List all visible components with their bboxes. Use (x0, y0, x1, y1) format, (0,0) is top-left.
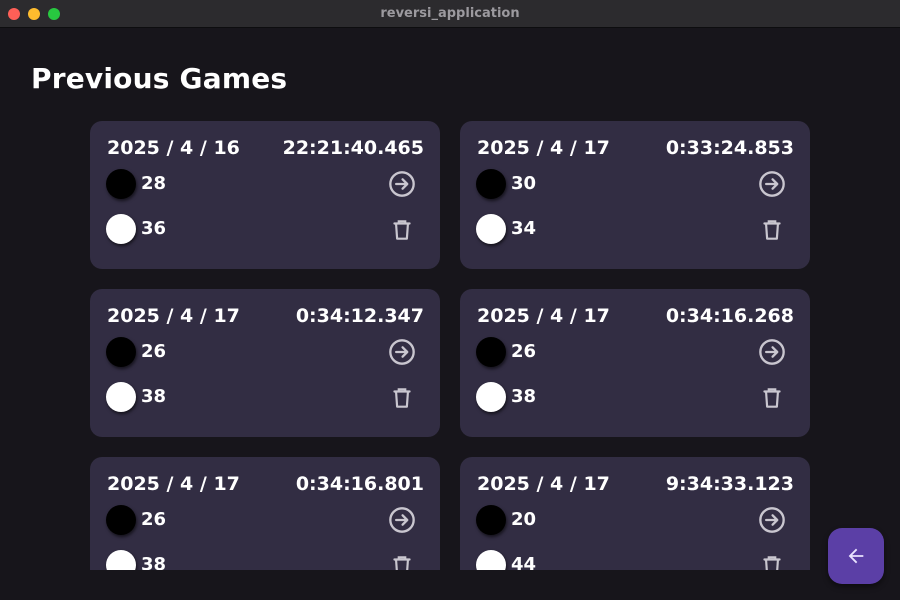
white-disc-icon (476, 214, 506, 244)
game-time: 0:34:16.801 (295, 473, 424, 495)
delete-game-button[interactable] (388, 552, 416, 570)
white-disc-icon (476, 382, 506, 412)
open-game-button[interactable] (388, 338, 416, 366)
arrow-circle-right-icon (758, 170, 786, 198)
game-date: 2025 / 4 / 17 (107, 305, 240, 327)
black-disc-icon (476, 337, 506, 367)
open-game-button[interactable] (758, 338, 786, 366)
arrow-circle-right-icon (388, 170, 416, 198)
white-disc-icon (106, 214, 136, 244)
black-disc-icon (106, 169, 136, 199)
game-card: 2025 / 4 / 17 9:34:33.123 20 44 (460, 457, 810, 570)
black-disc-icon (106, 337, 136, 367)
trash-icon (389, 552, 415, 570)
app-window: reversi_application Previous Games 2025 … (0, 0, 900, 600)
black-score: 26 (141, 509, 167, 530)
black-score: 30 (511, 173, 537, 194)
delete-game-button[interactable] (388, 216, 416, 244)
open-game-button[interactable] (758, 170, 786, 198)
white-score: 34 (511, 218, 537, 239)
black-score: 26 (511, 341, 537, 362)
games-list[interactable]: 2025 / 4 / 16 22:21:40.465 28 36 2025 / 4 / … (0, 104, 900, 570)
trash-icon (759, 552, 785, 570)
trash-icon (389, 384, 415, 412)
black-score: 20 (511, 509, 537, 530)
open-game-button[interactable] (758, 506, 786, 534)
game-date: 2025 / 4 / 17 (107, 473, 240, 495)
arrow-circle-right-icon (388, 506, 416, 534)
game-card: 2025 / 4 / 16 22:21:40.465 28 36 (90, 121, 440, 269)
title-bar: reversi_application (0, 0, 900, 28)
delete-game-button[interactable] (758, 216, 786, 244)
delete-game-button[interactable] (758, 552, 786, 570)
game-card: 2025 / 4 / 17 0:34:12.347 26 38 (90, 289, 440, 437)
black-score: 26 (141, 341, 167, 362)
white-score: 38 (141, 554, 167, 570)
back-button[interactable] (828, 528, 884, 584)
window-title: reversi_application (380, 6, 520, 21)
arrow-circle-right-icon (758, 506, 786, 534)
white-score: 36 (141, 218, 167, 239)
arrow-circle-right-icon (758, 338, 786, 366)
game-time: 0:34:12.347 (295, 305, 424, 327)
game-date: 2025 / 4 / 16 (107, 137, 240, 159)
bottom-bar (0, 570, 900, 600)
arrow-circle-right-icon (388, 338, 416, 366)
game-date: 2025 / 4 / 17 (477, 473, 610, 495)
white-score: 38 (511, 386, 537, 407)
white-disc-icon (476, 550, 506, 570)
game-card: 2025 / 4 / 17 0:34:16.801 26 38 (90, 457, 440, 570)
trash-icon (389, 216, 415, 244)
black-disc-icon (476, 169, 506, 199)
black-disc-icon (106, 505, 136, 535)
game-date: 2025 / 4 / 17 (477, 137, 610, 159)
page-title: Previous Games (31, 62, 288, 95)
white-disc-icon (106, 382, 136, 412)
game-card: 2025 / 4 / 17 0:33:24.853 30 34 (460, 121, 810, 269)
game-time: 0:33:24.853 (665, 137, 794, 159)
trash-icon (759, 216, 785, 244)
arrow-left-icon (848, 548, 864, 564)
delete-game-button[interactable] (758, 384, 786, 412)
game-time: 0:34:16.268 (665, 305, 794, 327)
black-disc-icon (476, 505, 506, 535)
trash-icon (759, 384, 785, 412)
white-disc-icon (106, 550, 136, 570)
game-time: 9:34:33.123 (665, 473, 794, 495)
white-score: 38 (141, 386, 167, 407)
black-score: 28 (141, 173, 167, 194)
open-game-button[interactable] (388, 506, 416, 534)
delete-game-button[interactable] (388, 384, 416, 412)
game-date: 2025 / 4 / 17 (477, 305, 610, 327)
white-score: 44 (511, 554, 537, 570)
game-card: 2025 / 4 / 17 0:34:16.268 26 38 (460, 289, 810, 437)
game-time: 22:21:40.465 (282, 137, 424, 159)
open-game-button[interactable] (388, 170, 416, 198)
